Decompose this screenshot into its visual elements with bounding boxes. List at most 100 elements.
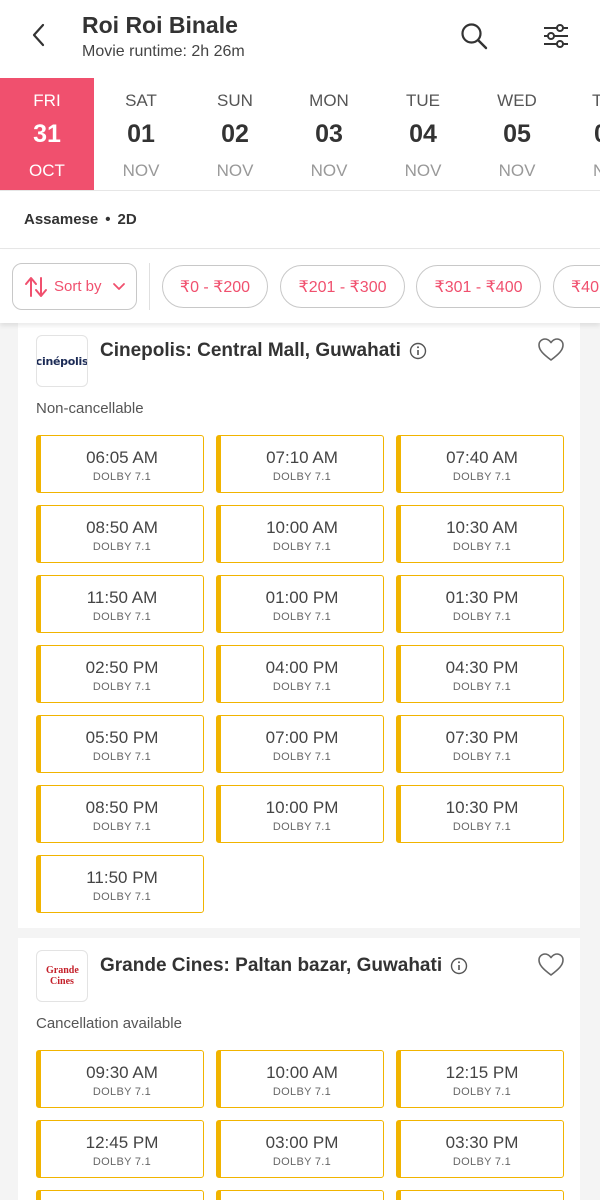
showtime-time: 01:00 PM bbox=[265, 588, 339, 607]
info-icon[interactable] bbox=[450, 957, 468, 975]
heart-icon bbox=[538, 953, 564, 976]
showtime-slot[interactable]: 11:50 PM DOLBY 7.1 bbox=[36, 855, 204, 913]
search-button[interactable] bbox=[454, 16, 494, 56]
movie-runtime: Movie runtime: 2h 26m bbox=[82, 43, 245, 60]
date-item[interactable]: SUN 02 NOV bbox=[188, 78, 282, 190]
showtime-slot[interactable]: 07:40 AM DOLBY 7.1 bbox=[396, 435, 564, 493]
showtime-time: 10:30 PM bbox=[445, 798, 519, 817]
date-item[interactable]: MON 03 NOV bbox=[282, 78, 376, 190]
price-chip[interactable]: ₹40 bbox=[553, 265, 600, 308]
date-day: 04 bbox=[409, 120, 437, 148]
showtime-time: 07:00 PM bbox=[265, 728, 339, 747]
showtime-slot[interactable]: 11:50 AM DOLBY 7.1 bbox=[36, 575, 204, 633]
showtime-slot-partial[interactable] bbox=[36, 1190, 204, 1200]
showtime-format: DOLBY 7.1 bbox=[452, 1086, 512, 1098]
showtime-format: DOLBY 7.1 bbox=[452, 751, 512, 763]
showtime-slot[interactable]: 10:00 AM DOLBY 7.1 bbox=[216, 1050, 384, 1108]
info-icon[interactable] bbox=[409, 342, 427, 360]
showtime-slot[interactable]: 03:00 PM DOLBY 7.1 bbox=[216, 1120, 384, 1178]
showtime-slot[interactable]: 10:30 PM DOLBY 7.1 bbox=[396, 785, 564, 843]
showtime-slot[interactable]: 12:45 PM DOLBY 7.1 bbox=[36, 1120, 204, 1178]
showtime-slot[interactable]: 07:30 PM DOLBY 7.1 bbox=[396, 715, 564, 773]
date-weekday: MON bbox=[309, 91, 349, 110]
showtime-time: 07:40 AM bbox=[446, 448, 518, 467]
showtime-slot[interactable]: 06:05 AM DOLBY 7.1 bbox=[36, 435, 204, 493]
showtime-time: 10:00 PM bbox=[265, 798, 339, 817]
filter-button[interactable] bbox=[536, 16, 576, 56]
showtime-slot[interactable]: 07:10 AM DOLBY 7.1 bbox=[216, 435, 384, 493]
showtime-format: DOLBY 7.1 bbox=[92, 751, 152, 763]
showtime-time: 10:00 AM bbox=[266, 1063, 338, 1082]
sort-by-button[interactable]: Sort by bbox=[12, 263, 137, 310]
date-month: NOV bbox=[216, 161, 254, 180]
date-item[interactable]: SAT 01 NOV bbox=[94, 78, 188, 190]
date-month: OCT bbox=[29, 161, 65, 180]
showtime-slot[interactable]: 03:30 PM DOLBY 7.1 bbox=[396, 1120, 564, 1178]
cinema-name[interactable]: Cinepolis: Central Mall, Guwahati bbox=[100, 340, 427, 362]
date-day: 02 bbox=[221, 120, 249, 148]
showtime-slot[interactable]: 05:50 PM DOLBY 7.1 bbox=[36, 715, 204, 773]
showtime-format: DOLBY 7.1 bbox=[92, 471, 152, 483]
back-button[interactable] bbox=[22, 18, 56, 52]
price-chip[interactable]: ₹0 - ₹200 bbox=[162, 265, 268, 308]
favorite-button[interactable] bbox=[536, 335, 566, 365]
showtime-format: DOLBY 7.1 bbox=[452, 1156, 512, 1168]
showtime-time: 02:50 PM bbox=[85, 658, 159, 677]
showtime-slot[interactable]: 01:30 PM DOLBY 7.1 bbox=[396, 575, 564, 633]
showtime-format: DOLBY 7.1 bbox=[452, 611, 512, 623]
sliders-icon bbox=[544, 24, 568, 48]
showtime-slot[interactable]: 08:50 PM DOLBY 7.1 bbox=[36, 785, 204, 843]
showtime-time: 07:30 PM bbox=[445, 728, 519, 747]
showtime-time: 01:30 PM bbox=[445, 588, 519, 607]
showtime-time: 03:00 PM bbox=[265, 1133, 339, 1152]
showtime-slot[interactable]: 08:50 AM DOLBY 7.1 bbox=[36, 505, 204, 563]
date-weekday: WED bbox=[497, 91, 537, 110]
date-selector: FRI 31 OCT SAT 01 NOV SUN 02 NOV MON 03 … bbox=[0, 78, 600, 191]
chevron-down-icon bbox=[112, 282, 125, 290]
date-item[interactable]: TUE 04 NOV bbox=[376, 78, 470, 190]
logo-text: Grande Cines bbox=[46, 965, 79, 987]
showtime-format: DOLBY 7.1 bbox=[272, 821, 332, 833]
showtime-slot[interactable]: 09:30 AM DOLBY 7.1 bbox=[36, 1050, 204, 1108]
search-icon bbox=[461, 23, 488, 50]
price-chip[interactable]: ₹301 - ₹400 bbox=[416, 265, 541, 308]
showtime-slot[interactable]: 10:30 AM DOLBY 7.1 bbox=[396, 505, 564, 563]
grande-cines-logo: Grande Cines bbox=[36, 950, 88, 1002]
showtime-format: DOLBY 7.1 bbox=[452, 471, 512, 483]
price-chip[interactable]: ₹201 - ₹300 bbox=[280, 265, 405, 308]
showtime-format: DOLBY 7.1 bbox=[92, 681, 152, 693]
language-format-row: Assamese • 2D bbox=[0, 191, 600, 249]
showtime-time: 07:10 AM bbox=[266, 448, 338, 467]
chip-divider bbox=[149, 263, 150, 310]
showtime-slot-partial[interactable] bbox=[216, 1190, 384, 1200]
showtime-format: DOLBY 7.1 bbox=[452, 681, 512, 693]
showtime-format: DOLBY 7.1 bbox=[452, 541, 512, 553]
date-weekday: TUE bbox=[406, 91, 440, 110]
showtime-slot[interactable]: 12:15 PM DOLBY 7.1 bbox=[396, 1050, 564, 1108]
separator-dot: • bbox=[105, 211, 111, 228]
date-month: NOV bbox=[310, 161, 348, 180]
cinema-name[interactable]: Grande Cines: Paltan bazar, Guwahati bbox=[100, 955, 468, 977]
date-item[interactable]: FRI 31 OCT bbox=[0, 78, 94, 190]
showtime-slot[interactable]: 10:00 AM DOLBY 7.1 bbox=[216, 505, 384, 563]
showtime-slot[interactable]: 07:00 PM DOLBY 7.1 bbox=[216, 715, 384, 773]
date-month: N bbox=[564, 161, 600, 181]
showtime-slot[interactable]: 04:00 PM DOLBY 7.1 bbox=[216, 645, 384, 703]
date-weekday: SAT bbox=[125, 91, 157, 110]
showtime-slot[interactable]: 10:00 PM DOLBY 7.1 bbox=[216, 785, 384, 843]
date-item[interactable]: T 0 N bbox=[564, 78, 600, 190]
showtime-time: 03:30 PM bbox=[445, 1133, 519, 1152]
showtime-slot[interactable]: 01:00 PM DOLBY 7.1 bbox=[216, 575, 384, 633]
date-month: NOV bbox=[498, 161, 536, 180]
showtime-slot-partial[interactable] bbox=[396, 1190, 564, 1200]
showtime-time: 09:30 AM bbox=[86, 1063, 158, 1082]
cinema-list: cinépolis Cinepolis: Central Mall, Guwah… bbox=[0, 323, 600, 1200]
date-month: NOV bbox=[404, 161, 442, 180]
favorite-button[interactable] bbox=[536, 950, 566, 980]
showtime-slot[interactable]: 02:50 PM DOLBY 7.1 bbox=[36, 645, 204, 703]
showtime-slot[interactable]: 04:30 PM DOLBY 7.1 bbox=[396, 645, 564, 703]
showtime-time: 08:50 PM bbox=[85, 798, 159, 817]
showtime-format: DOLBY 7.1 bbox=[272, 751, 332, 763]
showtime-time: 05:50 PM bbox=[85, 728, 159, 747]
date-item[interactable]: WED 05 NOV bbox=[470, 78, 564, 190]
